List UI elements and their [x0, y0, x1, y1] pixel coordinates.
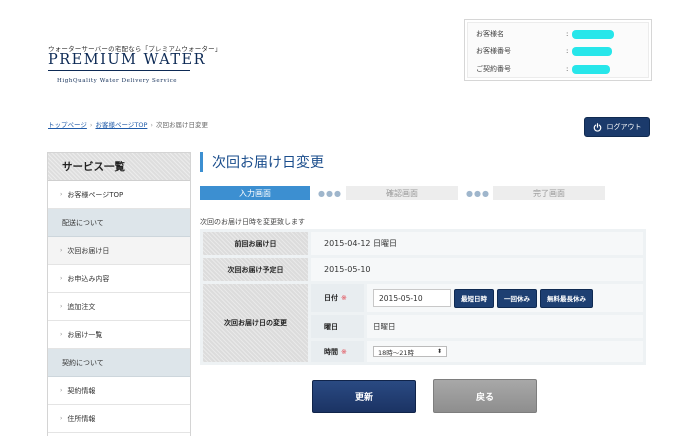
sidebar-item-order-details[interactable]: › お申込み内容	[48, 265, 190, 293]
next-delivery-value: 2015-05-10	[311, 258, 643, 281]
weekday-value: 日曜日	[367, 315, 643, 338]
chevron-right-icon: ›	[60, 387, 63, 394]
date-input[interactable]: 2015-05-10	[373, 289, 451, 307]
skip-once-button[interactable]: 一回休み	[497, 288, 537, 308]
customer-name-label: お客様名	[476, 30, 504, 38]
delivery-form-table: 前回お届け日 2015-04-12 日曜日 次回お届け予定日 2015-05-1…	[200, 229, 646, 365]
sidebar-item-address-info[interactable]: › 住所情報	[48, 405, 190, 433]
logo-subtitle: HighQuality Water Delivery Service	[57, 78, 178, 84]
breadcrumb-mypage[interactable]: お客様ページTOP	[95, 121, 147, 129]
prev-delivery-value: 2015-04-12 日曜日	[311, 232, 643, 255]
prev-delivery-label: 前回お届け日	[203, 232, 308, 255]
logout-label: ログアウト	[606, 123, 642, 131]
sidebar-item-label: お申込み内容	[67, 274, 110, 283]
sidebar-item-next-delivery[interactable]: › 次回お届け日	[48, 237, 190, 265]
customer-name-redacted	[572, 29, 614, 39]
customer-info-inner: お客様名 : お客様番号 : ご契約番号 :	[467, 22, 649, 78]
sidebar-item-contract-info[interactable]: › 契約情報	[48, 377, 190, 405]
time-field-cell: 18時〜21時 ⬍	[367, 341, 643, 362]
next-delivery-label: 次回お届け予定日	[203, 258, 308, 281]
step-confirm: 確認画面	[346, 186, 458, 200]
step-input: 入力画面	[200, 186, 310, 200]
step-dots: ●●●	[318, 188, 342, 198]
chevron-right-icon: ›	[60, 191, 63, 198]
time-label: 時間 ※	[311, 341, 364, 362]
form-description: 次回のお届け日時を変更致します	[200, 218, 305, 226]
date-label: 日付 ※	[311, 284, 364, 312]
page-title: 次回お届け日変更	[200, 152, 324, 172]
contract-number-label: ご契約番号	[476, 65, 511, 73]
customer-name-row: お客様名 :	[476, 27, 614, 41]
weekday-label-text: 曜日	[324, 322, 338, 331]
customer-number-redacted	[572, 46, 612, 56]
sidebar-section-delivery: 配送について	[48, 209, 190, 237]
sidebar-item-mypage-top[interactable]: › お客様ページTOP	[48, 181, 190, 209]
logout-button[interactable]: ログアウト	[584, 117, 650, 137]
logo-divider	[48, 70, 190, 71]
breadcrumb: トップページ › お客様ページTOP › 次回お届け日変更	[48, 119, 208, 129]
chevron-right-icon: ›	[60, 275, 63, 282]
sidebar-section-contract: 契約について	[48, 349, 190, 377]
premium-water-logo[interactable]: PREMIUM WATER	[48, 52, 206, 68]
customer-number-row: お客様番号 :	[476, 44, 612, 58]
sidebar-item-label: お届け一覧	[67, 330, 103, 339]
required-mark: ※	[341, 294, 347, 302]
sidebar-item-label: 契約情報	[67, 386, 96, 395]
time-select-value: 18時〜21時	[378, 348, 415, 357]
sidebar-item-delivery-list[interactable]: › お届け一覧	[48, 321, 190, 349]
contract-number-row: ご契約番号 :	[476, 62, 610, 76]
time-select[interactable]: 18時〜21時 ⬍	[373, 346, 447, 357]
breadcrumb-sep: ›	[89, 121, 93, 129]
update-button[interactable]: 更新	[312, 380, 416, 413]
chevron-right-icon: ›	[60, 303, 63, 310]
free-longest-skip-button[interactable]: 無料最長休み	[540, 288, 593, 308]
breadcrumb-top[interactable]: トップページ	[48, 121, 87, 129]
time-label-text: 時間	[324, 347, 338, 356]
select-arrows-icon: ⬍	[436, 348, 442, 355]
sidebar-item-label: 次回お届け日	[67, 246, 110, 255]
sidebar-item-label: 住所情報	[67, 414, 96, 423]
required-mark: ※	[341, 347, 347, 356]
change-delivery-label: 次回お届け日の変更	[203, 284, 308, 362]
customer-info-box: お客様名 : お客様番号 : ご契約番号 :	[464, 19, 652, 81]
breadcrumb-current: 次回お届け日変更	[155, 121, 208, 129]
step-complete: 完了画面	[493, 186, 605, 200]
contract-number-redacted	[572, 64, 610, 74]
weekday-label: 曜日	[311, 315, 364, 338]
date-label-text: 日付	[324, 294, 338, 302]
chevron-right-icon: ›	[60, 331, 63, 338]
step-dots: ●●●	[466, 188, 490, 198]
customer-number-label: お客様番号	[476, 47, 511, 55]
sidebar: サービス一覧 › お客様ページTOP 配送について › 次回お届け日 › お申込…	[47, 152, 191, 436]
chevron-right-icon: ›	[60, 415, 63, 422]
sidebar-item-label: お客様ページTOP	[67, 190, 124, 199]
breadcrumb-sep: ›	[150, 121, 153, 129]
date-field-cell: 2015-05-10 最短日時 一回休み 無料最長休み	[367, 284, 643, 312]
shortest-date-button[interactable]: 最短日時	[454, 288, 494, 308]
progress-steps: 入力画面 ●●● 確認画面 ●●● 完了画面	[200, 186, 605, 200]
chevron-right-icon: ›	[60, 247, 63, 254]
sidebar-title: サービス一覧	[48, 153, 190, 181]
sidebar-item-additional-order[interactable]: › 追加注文	[48, 293, 190, 321]
sidebar-item-label: 追加注文	[67, 302, 96, 311]
power-icon	[593, 122, 601, 132]
back-button[interactable]: 戻る	[433, 379, 537, 413]
